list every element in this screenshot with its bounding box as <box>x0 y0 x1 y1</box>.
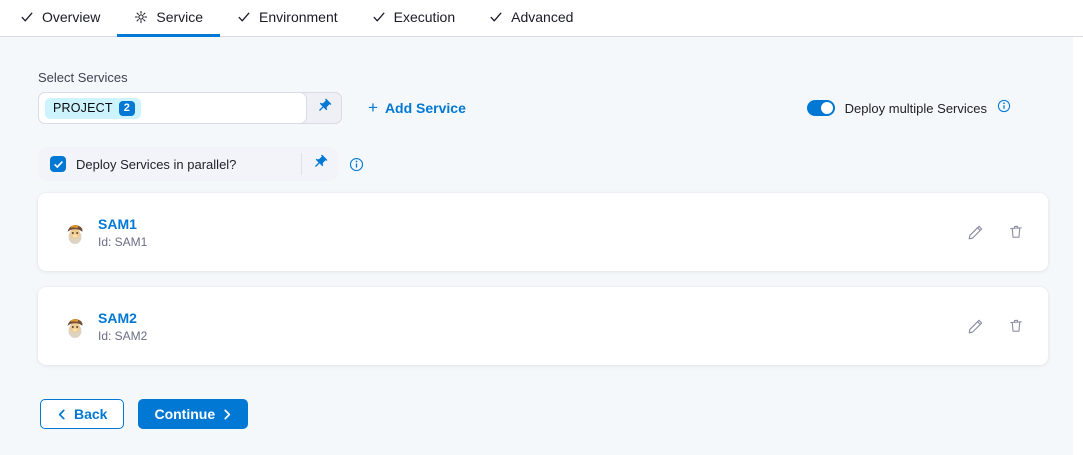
service-config-panel: Select Services PROJECT 2 + Add Service <box>0 37 1083 455</box>
deploy-multiple-toggle[interactable] <box>807 100 835 116</box>
back-button[interactable]: Back <box>40 399 124 429</box>
check-icon <box>237 10 251 24</box>
service-card-sam1: SAM1 Id: SAM1 <box>38 193 1048 271</box>
chevron-left-icon <box>57 409 66 420</box>
parallel-checkbox-label: Deploy Services in parallel? <box>76 157 301 172</box>
pin-runtime-input-button[interactable] <box>307 93 341 123</box>
plus-icon: + <box>368 101 378 115</box>
parallel-row: Deploy Services in parallel? <box>38 147 1048 181</box>
toggle-knob <box>821 102 833 114</box>
tab-label: Service <box>156 9 203 25</box>
chevron-right-icon <box>223 409 232 420</box>
tag-count-badge: 2 <box>119 101 135 116</box>
service-text-block: SAM1 Id: SAM1 <box>98 216 147 249</box>
deploy-multiple-label: Deploy multiple Services <box>845 101 987 116</box>
tab-advanced[interactable]: Advanced <box>472 0 590 37</box>
check-icon <box>372 10 386 24</box>
parallel-checkbox[interactable] <box>50 156 66 172</box>
pin-icon <box>312 154 328 175</box>
tab-overview[interactable]: Overview <box>3 0 117 37</box>
edit-icon[interactable] <box>967 224 984 241</box>
pin-icon <box>316 98 332 119</box>
tab-environment[interactable]: Environment <box>220 0 355 37</box>
service-id: Id: SAM1 <box>98 235 147 249</box>
add-service-label: Add Service <box>385 100 466 116</box>
check-icon <box>489 10 503 24</box>
tab-label: Execution <box>394 9 455 25</box>
select-services-row: PROJECT 2 + Add Service Deploy multiple … <box>38 92 1048 124</box>
tab-label: Overview <box>42 9 100 25</box>
service-avatar <box>62 219 88 245</box>
gear-icon <box>134 10 148 24</box>
continue-label: Continue <box>154 406 215 422</box>
tab-label: Advanced <box>511 9 573 25</box>
tab-execution[interactable]: Execution <box>355 0 472 37</box>
tag-text: PROJECT <box>53 101 113 115</box>
service-avatar <box>62 313 88 339</box>
services-multiselect[interactable]: PROJECT 2 <box>38 92 342 124</box>
pin-runtime-input-button[interactable] <box>302 154 338 175</box>
delete-icon[interactable] <box>1008 224 1024 240</box>
card-actions <box>967 318 1024 335</box>
info-icon[interactable] <box>997 99 1011 118</box>
service-name-link[interactable]: SAM1 <box>98 216 147 232</box>
deploy-multiple-group: Deploy multiple Services <box>807 99 1011 118</box>
services-multiselect-field[interactable]: PROJECT 2 <box>38 92 307 124</box>
footer-actions: Back Continue <box>38 399 1048 429</box>
project-tag-chip[interactable]: PROJECT 2 <box>45 98 141 119</box>
service-card-sam2: SAM2 Id: SAM2 <box>38 287 1048 365</box>
check-icon <box>20 10 34 24</box>
delete-icon[interactable] <box>1008 318 1024 334</box>
parallel-checkbox-row: Deploy Services in parallel? <box>38 147 338 181</box>
service-name-link[interactable]: SAM2 <box>98 310 147 326</box>
stage-config-tabbar: Overview Service Environment Execution A… <box>0 0 1083 37</box>
add-service-button[interactable]: + Add Service <box>368 100 466 116</box>
info-icon[interactable] <box>349 157 364 172</box>
continue-button[interactable]: Continue <box>138 399 248 429</box>
service-text-block: SAM2 Id: SAM2 <box>98 310 147 343</box>
card-actions <box>967 224 1024 241</box>
tab-label: Environment <box>259 9 338 25</box>
back-label: Back <box>74 406 107 422</box>
scrollbar-gutter[interactable] <box>1073 37 1083 455</box>
service-id: Id: SAM2 <box>98 329 147 343</box>
tab-service[interactable]: Service <box>117 0 220 37</box>
edit-icon[interactable] <box>967 318 984 335</box>
select-services-label: Select Services <box>38 70 1048 86</box>
